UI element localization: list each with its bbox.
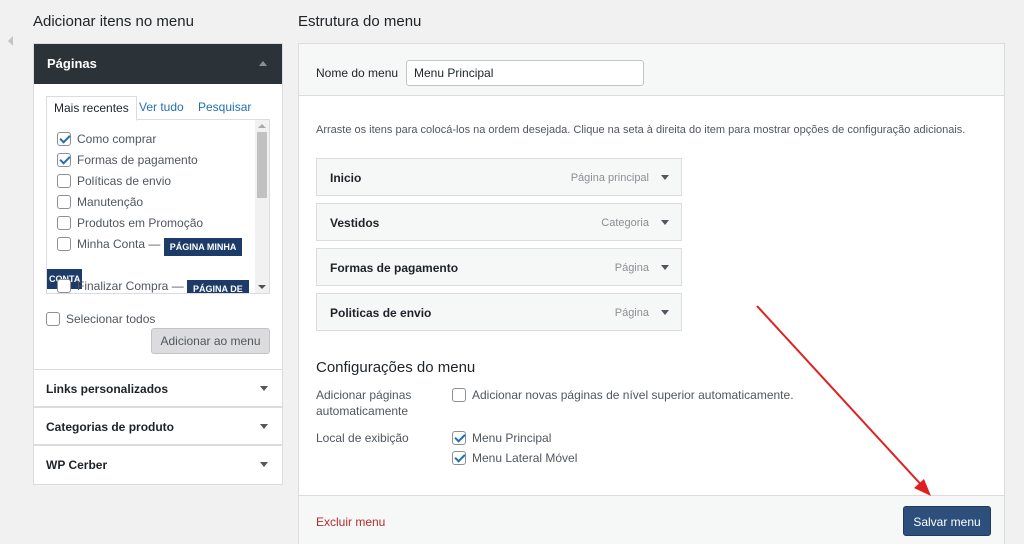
menu-item-type: Página: [614, 262, 649, 274]
menu-item[interactable]: Formas de pagamento Página: [316, 248, 682, 286]
menu-item-title: Vestidos: [330, 216, 380, 230]
page-tag-badge: PÁGINA MINHA: [163, 238, 243, 256]
checkbox-checked[interactable]: [57, 132, 71, 146]
pages-accordion-header[interactable]: Páginas: [34, 44, 282, 84]
custom-links-accordion[interactable]: Links personalizados: [33, 369, 283, 407]
caret-down-icon: [260, 424, 268, 429]
save-menu-button[interactable]: Salvar menu: [903, 506, 991, 536]
add-to-menu-button[interactable]: Adicionar ao menu: [151, 328, 270, 354]
menu-item[interactable]: Inicio Página principal: [316, 158, 682, 196]
caret-down-icon: [260, 462, 268, 467]
checkbox[interactable]: [57, 237, 71, 251]
menu-item-type: Categoria: [601, 217, 649, 229]
menu-footer: Excluir menu Salvar menu: [299, 495, 1004, 544]
menu-item-title: Formas de pagamento: [330, 261, 459, 275]
tab-view-all[interactable]: Ver tudo: [132, 96, 191, 120]
checkbox[interactable]: [46, 312, 60, 326]
list-item[interactable]: Finalizar Compra — PÁGINA DE: [57, 279, 249, 293]
delete-menu-link[interactable]: Excluir menu: [316, 515, 385, 529]
select-all-checkbox[interactable]: Selecionar todos: [46, 312, 155, 326]
display-location-label: Local de exibição: [316, 431, 409, 445]
checkbox[interactable]: [452, 388, 466, 402]
menu-item[interactable]: Politicas de envio Página: [316, 293, 682, 331]
wp-cerber-accordion[interactable]: WP Cerber: [33, 445, 283, 485]
location-option[interactable]: Menu Principal: [452, 431, 551, 445]
expand-arrow-icon[interactable]: [661, 220, 669, 225]
caret-up-icon: [259, 61, 267, 66]
checkbox[interactable]: [57, 216, 71, 230]
list-scrollbar[interactable]: [255, 120, 269, 293]
list-item[interactable]: Minha Conta — PÁGINA MINHA: [57, 237, 243, 256]
product-categories-title: Categorias de produto: [46, 420, 175, 434]
menu-name-label: Nome do menu: [316, 66, 399, 80]
menu-structure-panel: Nome do menu Arraste os itens para coloc…: [298, 43, 1005, 544]
tab-search[interactable]: Pesquisar: [191, 96, 258, 120]
expand-arrow-icon[interactable]: [661, 310, 669, 315]
menu-item-title: Politicas de envio: [330, 306, 432, 320]
checkbox-checked[interactable]: [57, 153, 71, 167]
pages-tabs: Mais recentes Ver tudo Pesquisar: [46, 96, 270, 121]
scroll-down-icon[interactable]: [258, 285, 266, 289]
add-items-heading: Adicionar itens no menu: [33, 13, 194, 30]
expand-arrow-icon[interactable]: [661, 265, 669, 270]
menu-name-input[interactable]: [406, 60, 644, 86]
pages-checklist: Como comprar Formas de pagamento Polític…: [46, 120, 270, 294]
checkbox[interactable]: [57, 279, 71, 293]
pages-accordion: Páginas Mais recentes Ver tudo Pesquisar…: [33, 43, 283, 370]
checkbox[interactable]: [57, 174, 71, 188]
tab-most-recent[interactable]: Mais recentes: [46, 96, 137, 121]
checkbox[interactable]: [57, 195, 71, 209]
menu-item-type: Página: [614, 307, 649, 319]
pages-accordion-title: Páginas: [47, 56, 97, 71]
caret-down-icon: [260, 386, 268, 391]
auto-add-option[interactable]: Adicionar novas páginas de nível superio…: [452, 388, 794, 402]
list-item[interactable]: Manutenção: [57, 195, 143, 211]
list-item[interactable]: Políticas de envio: [57, 174, 171, 190]
collapse-arrow-icon[interactable]: [8, 36, 13, 46]
drag-instructions: Arraste os itens para colocá-los na orde…: [316, 124, 966, 136]
auto-add-label: Adicionar páginas automaticamente: [316, 388, 412, 418]
expand-arrow-icon[interactable]: [661, 175, 669, 180]
list-item[interactable]: Produtos em Promoção: [57, 216, 203, 232]
product-categories-accordion[interactable]: Categorias de produto: [33, 407, 283, 445]
list-item[interactable]: Como comprar: [57, 132, 156, 148]
list-item[interactable]: Formas de pagamento: [57, 153, 198, 169]
location-option[interactable]: Menu Lateral Móvel: [452, 451, 577, 465]
menu-structure-heading: Estrutura do menu: [298, 13, 422, 30]
wp-cerber-title: WP Cerber: [46, 458, 108, 472]
checkbox-checked[interactable]: [452, 451, 466, 465]
menu-item[interactable]: Vestidos Categoria: [316, 203, 682, 241]
menu-item-title: Inicio: [330, 171, 362, 185]
menu-name-bar: Nome do menu: [299, 44, 1004, 96]
checkbox-checked[interactable]: [452, 431, 466, 445]
page-tag-badge: PÁGINA DE: [187, 280, 249, 293]
scroll-thumb[interactable]: [257, 132, 267, 198]
menu-settings-title: Configurações do menu: [316, 359, 476, 376]
menu-item-type: Página principal: [570, 172, 649, 184]
custom-links-title: Links personalizados: [46, 382, 169, 396]
scroll-up-icon[interactable]: [258, 124, 266, 128]
